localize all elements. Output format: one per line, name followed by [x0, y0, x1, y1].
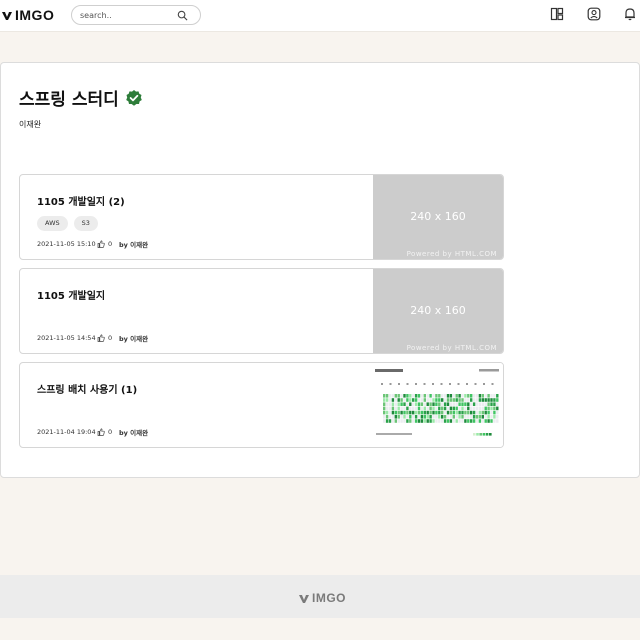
like-value: 0 — [108, 428, 113, 436]
imgo-logo-icon — [299, 594, 309, 603]
top-bar: IMGO — [0, 0, 640, 32]
thumbnail-credit: Powered by HTML.COM — [406, 344, 497, 352]
post-card[interactable]: 1105 개발일지 (2) AWS S3 2021-11-05 15:10 0 … — [19, 174, 504, 260]
like-count[interactable]: 0 — [97, 240, 119, 248]
post-date: 2021-11-05 14:54 — [37, 334, 96, 342]
logo-text: IMGO — [15, 7, 55, 23]
layout-icon[interactable] — [550, 7, 564, 21]
like-count[interactable]: 0 — [97, 334, 119, 342]
search-icon[interactable] — [177, 10, 188, 21]
post-meta: 2021-11-05 14:54 0 by 이재완 — [37, 333, 148, 343]
post-date: 2021-11-05 15:10 — [37, 240, 96, 248]
footer-logo[interactable]: IMGO — [298, 590, 346, 606]
post-author[interactable]: by 이재완 — [119, 333, 148, 343]
thumbs-up-icon — [97, 428, 105, 436]
post-thumbnail[interactable] — [373, 363, 503, 447]
study-panel: 스프링 스터디 이재완 1105 개발일지 (2) AWS S3 2021-11… — [0, 62, 640, 478]
thumbnail-size-text: 240 x 160 — [410, 304, 466, 317]
post-tags: AWS S3 — [37, 216, 98, 231]
post-meta: 2021-11-04 19:04 0 by 이재완 — [37, 427, 148, 437]
post-date: 2021-11-04 19:04 — [37, 428, 96, 436]
like-count[interactable]: 0 — [97, 428, 119, 436]
search-box[interactable] — [71, 5, 201, 25]
like-value: 0 — [108, 240, 113, 248]
imgo-logo-icon — [2, 11, 12, 20]
thumbnail-credit: Powered by HTML.COM — [406, 250, 497, 258]
thumbs-up-icon — [97, 240, 105, 248]
verified-check-icon — [125, 89, 142, 106]
post-card[interactable]: 스프링 배치 사용기 (1) 2021-11-04 19:04 0 by 이재완 — [19, 362, 504, 448]
post-card[interactable]: 1105 개발일지 2021-11-05 14:54 0 by 이재완 240 … — [19, 268, 504, 354]
post-author[interactable]: by 이재완 — [119, 239, 148, 249]
post-title[interactable]: 스프링 배치 사용기 (1) — [37, 381, 137, 396]
tag-aws[interactable]: AWS — [37, 216, 68, 231]
post-thumbnail[interactable]: 240 x 160 Powered by HTML.COM — [373, 269, 503, 353]
post-meta: 2021-11-05 15:10 0 by 이재완 — [37, 239, 148, 249]
post-title[interactable]: 1105 개발일지 — [37, 287, 105, 302]
study-title: 스프링 스터디 — [19, 90, 119, 110]
footer: IMGO — [0, 575, 640, 618]
post-title[interactable]: 1105 개발일지 (2) — [37, 193, 125, 208]
thumbnail-size-text: 240 x 160 — [410, 210, 466, 223]
study-header: 스프링 스터디 — [19, 85, 143, 110]
bell-icon[interactable] — [623, 7, 637, 21]
contribution-graph-image — [373, 363, 503, 447]
user-icon[interactable] — [587, 7, 601, 21]
post-author[interactable]: by 이재완 — [119, 427, 148, 437]
study-author[interactable]: 이재완 — [19, 119, 41, 130]
like-value: 0 — [108, 334, 113, 342]
imgo-logo[interactable]: IMGO — [1, 7, 54, 23]
search-input[interactable] — [80, 8, 176, 22]
thumbs-up-icon — [97, 334, 105, 342]
post-thumbnail[interactable]: 240 x 160 Powered by HTML.COM — [373, 175, 503, 259]
footer-logo-text: IMGO — [312, 591, 346, 605]
tag-s3[interactable]: S3 — [73, 216, 98, 231]
